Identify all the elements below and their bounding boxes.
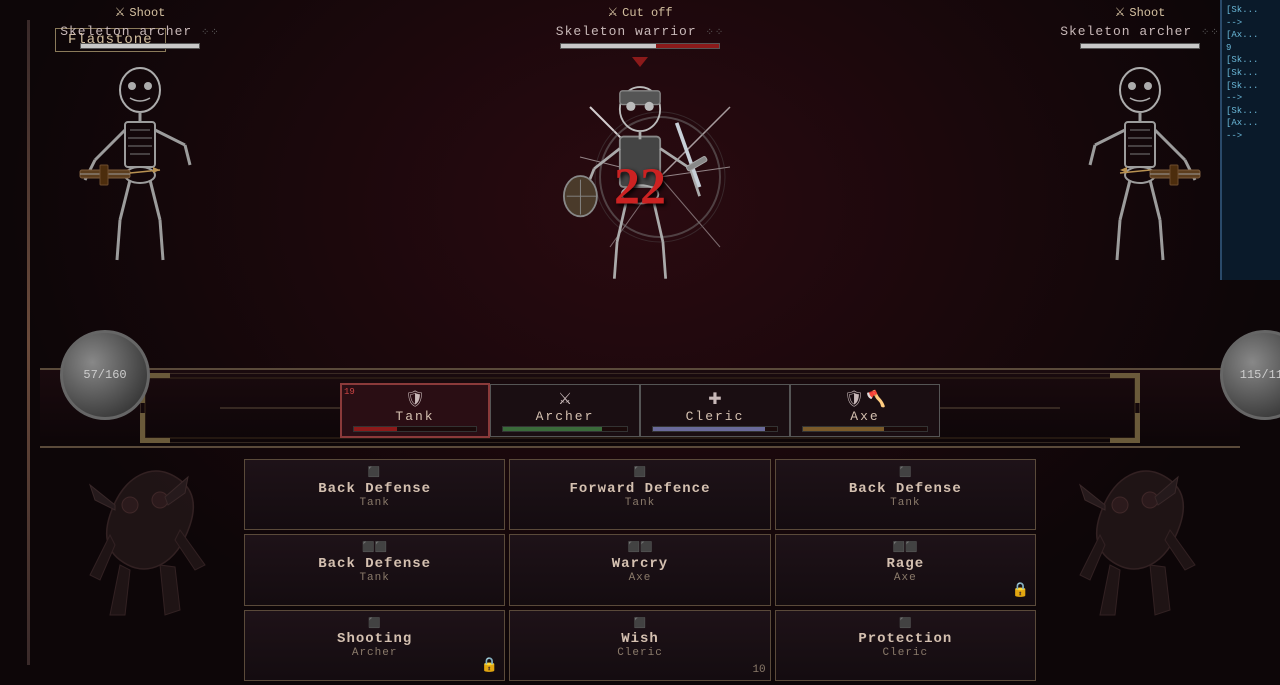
axe-hp-bar (802, 426, 928, 432)
enemy-center-damage (656, 44, 719, 48)
right-orb-value: 115/115 (1240, 368, 1280, 382)
damage-number: 22 (614, 158, 666, 217)
skill-sub-warcry: Axe (629, 572, 652, 584)
right-creature-svg (1050, 455, 1220, 685)
tank-label: Tank (395, 409, 434, 424)
skill-protection[interactable]: ⬛ Protection Cleric (775, 610, 1036, 681)
left-scroll-decoration (18, 20, 38, 665)
enemy-area: ⚔ Shoot Skeleton archer ⁘⁘ (40, 0, 1240, 400)
enemy-center-hp-bar (560, 43, 720, 49)
enemy-center: ⚔ Cut off Skeleton warrior ⁘⁘ (510, 0, 770, 307)
skill-sub-bd3: Tank (359, 572, 389, 584)
skill-sub-rage: Axe (894, 572, 917, 584)
skill-back-defense-tank-1[interactable]: ⬛ Back Defense Tank (244, 459, 505, 530)
rage-lock-icon: 🔒 (1012, 582, 1029, 599)
skill-icon-protection: ⬛ (899, 613, 911, 631)
skill-sub-fd: Tank (625, 497, 655, 509)
skill-back-defense-tank-2[interactable]: ⬛ Back Defense Tank (775, 459, 1036, 530)
party-tabs: 19 🛡 Tank ⚔ Archer ✚ Cleric 🛡 🪓 Axe (240, 375, 1040, 445)
left-orb-value: 57/160 (83, 368, 126, 382)
axe-hp-fill (803, 427, 884, 431)
sword-icon-right: ⚔ (1115, 5, 1126, 20)
party-tab-axe[interactable]: 🛡 🪓 Axe (790, 384, 940, 437)
party-tab-tank[interactable]: 19 🛡 Tank (340, 383, 490, 438)
party-tab-cleric[interactable]: ✚ Cleric (640, 384, 790, 437)
skill-sub-protection: Cleric (883, 647, 929, 659)
skill-name-shooting: Shooting (337, 631, 412, 647)
skill-back-defense-tank-3[interactable]: ⬛⬛ Back Defense Tank (244, 534, 505, 605)
skill-sub-bd1: Tank (359, 497, 389, 509)
enemy-center-hp-fill (561, 44, 656, 48)
damage-arrow (632, 57, 648, 67)
archer-hp-fill (503, 427, 602, 431)
skill-shooting[interactable]: ⬛ Shooting Archer 🔒 (244, 610, 505, 681)
skill-icon-bd3: ⬛⬛ (362, 537, 387, 555)
sword-icon-center: ⚔ (607, 5, 618, 20)
enemy-left-hp-bar (80, 43, 200, 49)
cleric-hp-bar (652, 426, 778, 432)
skill-rage[interactable]: ⬛⬛ Rage Axe 🔒 (775, 534, 1036, 605)
archer-hp-bar (502, 426, 628, 432)
skill-name-bd3: Back Defense (318, 556, 431, 572)
tank-level: 19 (344, 387, 355, 397)
sword-icon-left: ⚔ (115, 5, 126, 20)
wish-cost: 10 (752, 664, 765, 676)
skill-icon-wish: ⬛ (634, 613, 646, 631)
skill-warcry[interactable]: ⬛⬛ Warcry Axe (509, 534, 770, 605)
axe-icons: 🛡 🪓 (844, 389, 886, 409)
skill-sub-wish: Cleric (617, 647, 663, 659)
skill-icon-rage: ⬛⬛ (893, 537, 918, 555)
enemy-right-hp-fill (1081, 44, 1199, 48)
enemy-left-sprite (70, 55, 210, 275)
enemy-center-name: Skeleton warrior ⁘⁘ (556, 24, 724, 39)
party-tab-archer[interactable]: ⚔ Archer (490, 384, 640, 437)
skeleton-archer-left-svg (75, 60, 205, 270)
skeleton-archer-right-svg (1075, 60, 1205, 270)
enemy-left: ⚔ Shoot Skeleton archer ⁘⁘ (40, 0, 240, 275)
skill-sub-bd2: Tank (890, 497, 920, 509)
enemy-right-hp-bar (1080, 43, 1200, 49)
skill-name-rage: Rage (887, 556, 925, 572)
skill-icon-warcry: ⬛⬛ (628, 537, 653, 555)
skill-wish[interactable]: ⬛ Wish Cleric 10 (509, 610, 770, 681)
cleric-icon: ✚ (708, 389, 721, 409)
axe-icon-1: 🛡 (844, 389, 864, 409)
skill-name-warcry: Warcry (612, 556, 668, 572)
axe-label: Axe (850, 409, 879, 424)
axe-icon-2: 🪓 (866, 389, 886, 409)
enemy-left-name: Skeleton archer ⁘⁘ (60, 24, 220, 39)
skill-icon-shooting: ⬛ (368, 613, 380, 631)
archer-label: Archer (536, 409, 595, 424)
skill-forward-defence-tank[interactable]: ⬛ Forward Defence Tank (509, 459, 770, 530)
skill-name-fd: Forward Defence (569, 481, 710, 497)
skills-area: ⬛ Back Defense Tank ⬛ Forward Defence Ta… (240, 455, 1040, 685)
left-creature-svg (60, 455, 230, 685)
corner-left-decoration (60, 455, 230, 685)
enemy-right: ⚔ Shoot Skeleton archer ⁘⁘ (1040, 0, 1240, 275)
archer-icon: ⚔ (558, 389, 572, 409)
skill-icon-bd2: ⬛ (899, 462, 911, 480)
enemy-left-action: ⚔ Shoot (115, 5, 166, 20)
enemy-center-sprite: 22 (540, 67, 740, 307)
cleric-label: Cleric (686, 409, 745, 424)
tank-icon: 🛡 (405, 389, 425, 409)
tank-hp-fill (354, 427, 397, 431)
skill-name-bd1: Back Defense (318, 481, 431, 497)
skill-name-wish: Wish (621, 631, 659, 647)
corner-right-decoration (1050, 455, 1220, 685)
skill-icon-fd: ⬛ (634, 462, 646, 480)
skill-name-protection: Protection (858, 631, 952, 647)
enemy-center-action: ⚔ Cut off (607, 5, 672, 20)
skill-icon-bd1: ⬛ (368, 462, 381, 480)
left-orb: 57/160 (60, 330, 150, 420)
enemy-left-hp-fill (81, 44, 199, 48)
enemy-right-name: Skeleton archer ⁘⁘ (1060, 24, 1220, 39)
skill-sub-shooting: Archer (352, 647, 398, 659)
shooting-lock-icon: 🔒 (481, 657, 498, 674)
skill-name-bd2: Back Defense (849, 481, 962, 497)
cleric-hp-fill (653, 427, 765, 431)
tank-hp-bar (353, 426, 477, 432)
enemy-right-action: ⚔ Shoot (1115, 5, 1166, 20)
enemy-right-sprite (1070, 55, 1210, 275)
